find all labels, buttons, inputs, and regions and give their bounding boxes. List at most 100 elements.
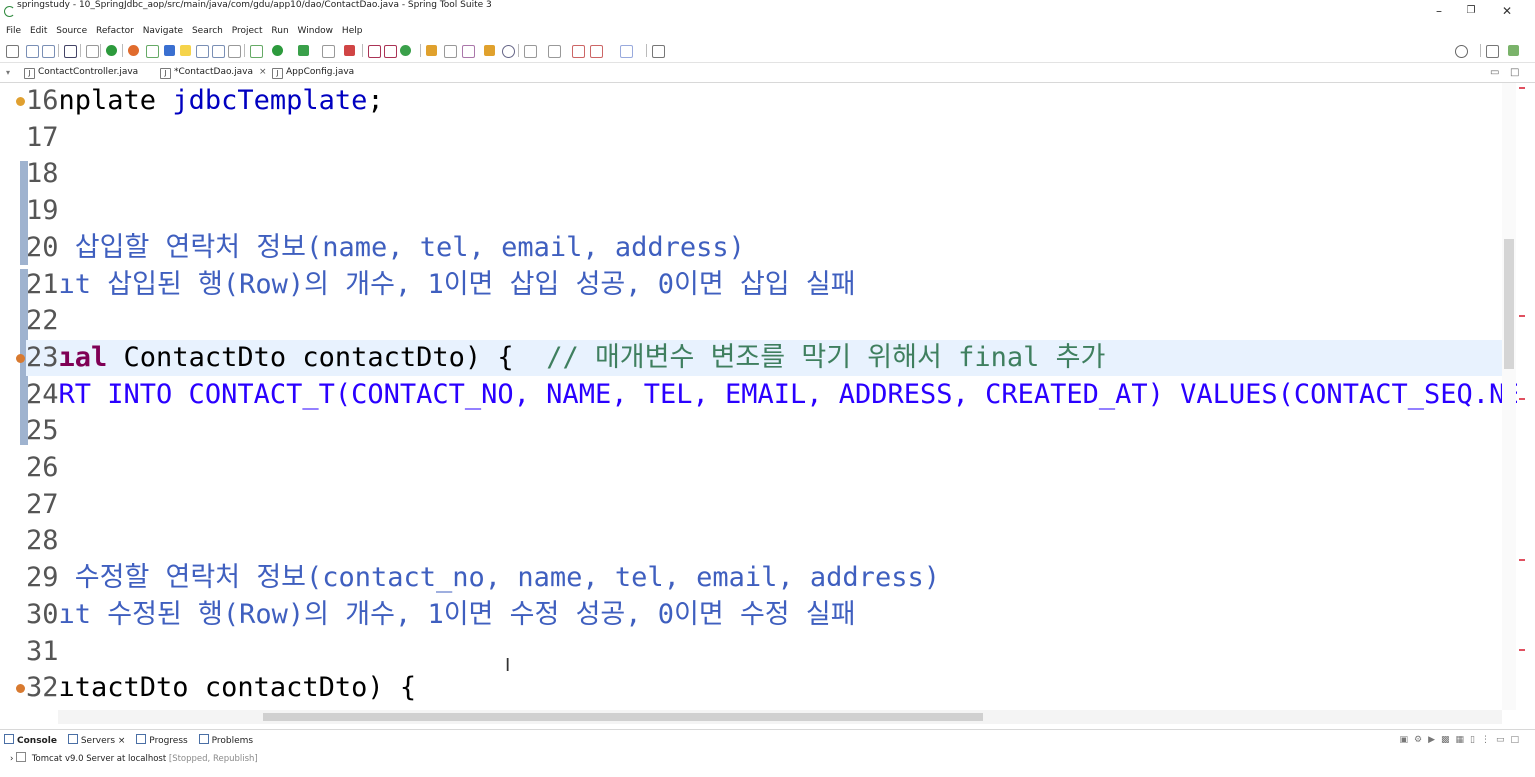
code-line-19[interactable]: 19: [26, 193, 59, 229]
code-token: 수정할 연락처 정보(contact_no, name, tel, email,…: [58, 562, 940, 594]
annotation-marker-icon[interactable]: [16, 97, 25, 106]
forward-icon[interactable]: [620, 45, 633, 58]
menu-source[interactable]: Source: [53, 23, 90, 39]
server-name: Tomcat v9.0 Server at localhost: [31, 754, 167, 764]
tab-problems[interactable]: Problems: [198, 733, 253, 749]
warning-marker[interactable]: [1519, 559, 1525, 561]
stop-icon[interactable]: [322, 45, 335, 58]
overview-ruler[interactable]: [1517, 83, 1535, 710]
pin-editor-icon[interactable]: [652, 45, 665, 58]
line-number: 28: [26, 525, 59, 557]
coverage-icon[interactable]: [298, 45, 309, 56]
code-line-22[interactable]: 22: [26, 303, 59, 339]
code-line-16[interactable]: 16nplate jdbcTemplate;: [26, 83, 384, 119]
code-line-26[interactable]: 26: [26, 450, 59, 486]
spring-perspective-icon[interactable]: [1508, 45, 1519, 56]
annotation-icon[interactable]: [484, 45, 495, 56]
scroll-thumb[interactable]: [1504, 239, 1514, 369]
save-icon[interactable]: [26, 45, 39, 58]
menu-window[interactable]: Window: [295, 23, 337, 39]
new-project-icon[interactable]: [368, 45, 381, 58]
new-class-icon[interactable]: [400, 45, 411, 56]
save-all-icon[interactable]: [42, 45, 55, 58]
code-line-30[interactable]: 30ıt 수정된 행(Row)의 개수, 1이면 수정 성공, 0이면 수정 실…: [26, 597, 856, 633]
menu-edit[interactable]: Edit: [27, 23, 50, 39]
menu-file[interactable]: File: [3, 23, 24, 39]
menu-navigate[interactable]: Navigate: [140, 23, 186, 39]
search-tool-icon[interactable]: [462, 45, 475, 58]
debug-icon[interactable]: [250, 45, 263, 58]
code-line-32[interactable]: 32ıtactDto contactDto) {: [26, 670, 416, 706]
code-line-25[interactable]: 25: [26, 413, 59, 449]
horizontal-scrollbar[interactable]: [58, 710, 1502, 724]
open-folder-icon[interactable]: [426, 45, 437, 56]
line-number: 19: [26, 195, 59, 227]
tab-label: ContactController.java: [38, 67, 139, 77]
warning-marker[interactable]: [1519, 315, 1525, 317]
menu-run[interactable]: Run: [268, 23, 291, 39]
code-line-29[interactable]: 29 수정할 연락처 정보(contact_no, name, tel, ema…: [26, 560, 940, 596]
code-line-18[interactable]: 18: [26, 156, 59, 192]
menu-search[interactable]: Search: [189, 23, 226, 39]
terminal-icon[interactable]: [64, 45, 77, 58]
tab-appconfig[interactable]: J AppConfig.java: [272, 63, 354, 82]
last-edit-icon[interactable]: [572, 45, 585, 58]
search-icon[interactable]: [1455, 45, 1468, 58]
scroll-thumb[interactable]: [263, 713, 983, 721]
console-toolbar[interactable]: ▣⚙▶▩▦▯⋮▭□: [1400, 735, 1525, 745]
code-line-23[interactable]: 23ıal ContactDto contactDto) { // 매개변수 변…: [26, 339, 1506, 376]
perspective-icon[interactable]: [1486, 45, 1499, 58]
boot-dashboard-icon[interactable]: [164, 45, 175, 56]
refresh-icon[interactable]: [128, 45, 139, 56]
code-line-24[interactable]: 24RT INTO CONTACT_T(CONTACT_NO, NAME, TE…: [26, 377, 1520, 413]
line-number: 25: [26, 415, 59, 447]
expand-chevron-icon[interactable]: ›: [10, 754, 13, 764]
code-line-31[interactable]: 31: [26, 634, 59, 670]
error-marker[interactable]: [1519, 87, 1525, 89]
code-line-27[interactable]: 27: [26, 487, 59, 523]
menu-project[interactable]: Project: [229, 23, 266, 39]
external-tools-icon[interactable]: [344, 45, 355, 56]
tab-contactdao[interactable]: J *ContactDao.java ×: [156, 63, 271, 82]
maximize-button[interactable]: ❐: [1456, 2, 1486, 20]
globe-icon[interactable]: [502, 45, 515, 58]
tab-servers[interactable]: Servers ×: [67, 733, 125, 749]
code-editor[interactable]: 16nplate jdbcTemplate; 17 18 19 20 삽입할 연락처 정…: [0, 83, 1520, 710]
new-icon[interactable]: [6, 45, 19, 58]
pilcrow-icon[interactable]: [228, 45, 241, 58]
spring-icon[interactable]: [146, 45, 159, 58]
open-task-icon[interactable]: [212, 45, 225, 58]
open-file-icon[interactable]: [444, 45, 457, 58]
tab-contactcontroller[interactable]: J ContactController.java: [24, 63, 138, 82]
annotation-marker-icon[interactable]: [16, 684, 25, 694]
tab-progress[interactable]: Progress: [136, 733, 188, 749]
vertical-scrollbar[interactable]: [1502, 83, 1516, 710]
warning-marker[interactable]: [1519, 649, 1525, 651]
new-package-icon[interactable]: [384, 45, 397, 58]
next-annotation-icon[interactable]: [524, 45, 537, 58]
editor-gutter: [0, 83, 20, 710]
start-server-icon[interactable]: [106, 45, 117, 56]
open-type-icon[interactable]: [196, 45, 209, 58]
code-line-20[interactable]: 20 삽입할 연락처 정보(name, tel, email, address): [26, 230, 745, 266]
menu-help[interactable]: Help: [339, 23, 366, 39]
warning-marker[interactable]: [1519, 398, 1525, 400]
close-tab-icon[interactable]: ×: [259, 67, 267, 77]
wizard-icon[interactable]: [180, 45, 191, 56]
server-row[interactable]: › Tomcat v9.0 Server at localhost [Stopp…: [10, 752, 258, 766]
code-line-17[interactable]: 17: [26, 120, 59, 156]
menu-refactor[interactable]: Refactor: [93, 23, 137, 39]
prev-annotation-icon[interactable]: [548, 45, 561, 58]
minimize-button[interactable]: –: [1424, 2, 1454, 20]
close-button[interactable]: ✕: [1492, 2, 1522, 20]
view-menu-icon[interactable]: ▾: [6, 63, 10, 82]
code-line-21[interactable]: 21ıt 삽입된 행(Row)의 개수, 1이면 삽입 성공, 0이면 삽입 실…: [26, 267, 856, 303]
skip-breakpoints-icon[interactable]: [86, 45, 99, 58]
minimize-editor-icon[interactable]: ▭: [1490, 63, 1499, 82]
back-icon[interactable]: [590, 45, 603, 58]
run-icon[interactable]: [272, 45, 283, 56]
maximize-editor-icon[interactable]: □: [1510, 63, 1519, 82]
annotation-marker-icon[interactable]: [16, 353, 25, 363]
tab-console[interactable]: Console: [4, 733, 57, 749]
code-line-28[interactable]: 28: [26, 523, 59, 559]
